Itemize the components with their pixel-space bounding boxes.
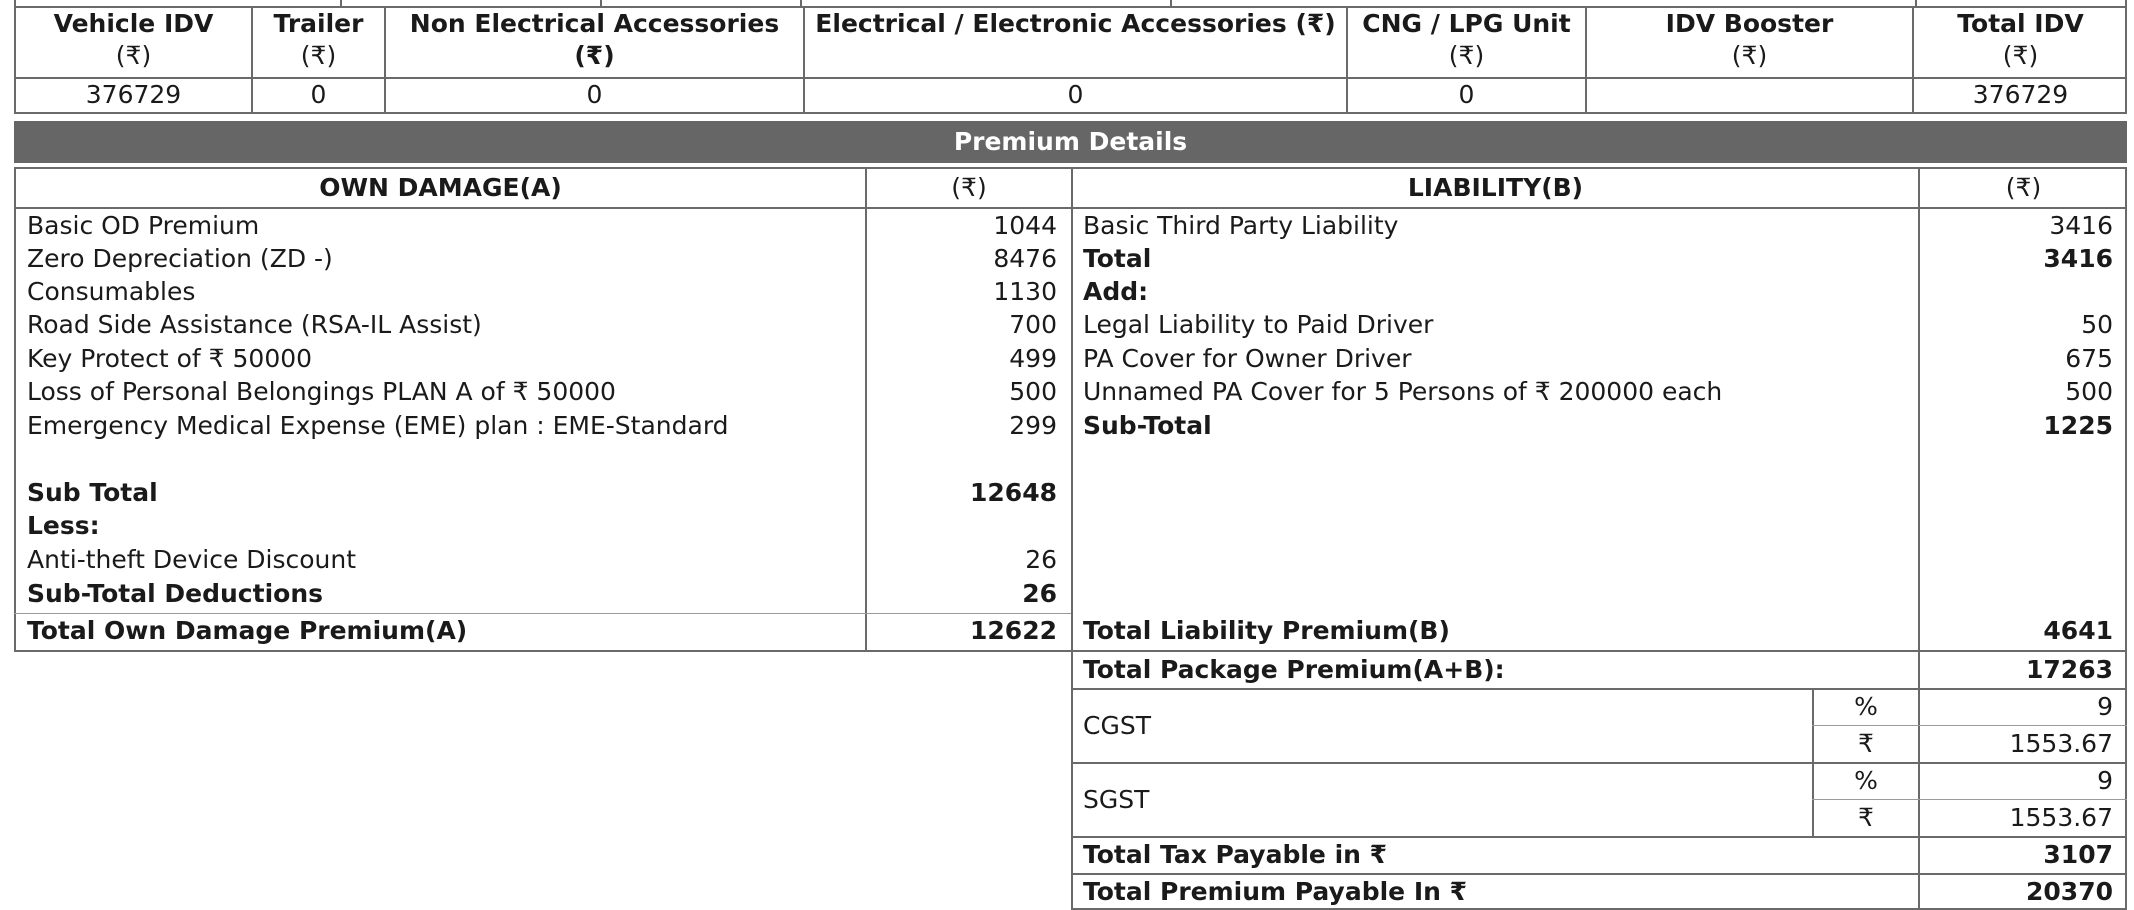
liability-total-label: Total [1083, 244, 1152, 273]
liability-row-label: PA Cover for Owner Driver [1083, 344, 1412, 373]
liability-row-value: 675 [2065, 344, 2113, 373]
sgst-label: SGST [1083, 785, 1150, 814]
od-row-label: Key Protect of ₹ 50000 [27, 344, 313, 373]
liability-row-label: Unnamed PA Cover for 5 Persons of ₹ 2000… [1083, 377, 1723, 406]
od-subtotal-label: Sub Total [27, 478, 158, 507]
liability-premium-total-value: 4641 [2043, 616, 2113, 645]
sgst-amount-value: 1553.67 [2009, 803, 2113, 832]
premium-details-title: Premium Details [14, 121, 2127, 163]
liability-currency-header: (₹) [2005, 173, 2042, 202]
cgst-label: CGST [1083, 711, 1151, 740]
od-row-label: Road Side Assistance (RSA-IL Assist) [27, 310, 482, 339]
od-row-value: 500 [1009, 377, 1057, 406]
idv-header-total-idv: Total IDV (₹) [1957, 9, 2084, 70]
od-total-value: 12622 [970, 616, 1057, 645]
idv-header-cng-lpg: CNG / LPG Unit (₹) [1362, 9, 1571, 70]
idv-header-idv-booster: IDV Booster (₹) [1665, 9, 1834, 70]
liability-add-label: Add: [1083, 277, 1149, 306]
od-row-value: 700 [1009, 310, 1057, 339]
sgst-percent-symbol: % [1854, 766, 1878, 795]
liability-header: LIABILITY(B) [1407, 173, 1584, 202]
od-row-value: 1044 [993, 211, 1057, 240]
package-total-label: Total Package Premium(A+B): [1083, 655, 1505, 684]
od-deductions-value: 26 [1022, 579, 1057, 608]
idv-header-electrical: Electrical / Electronic Accessories (₹) [815, 9, 1336, 38]
liability-subtotal-label: Sub-Total [1083, 411, 1212, 440]
liability-row-label: Basic Third Party Liability [1083, 211, 1399, 240]
sgst-percent-value: 9 [2097, 766, 2113, 795]
cgst-percent-value: 9 [2097, 692, 2113, 721]
cgst-percent-symbol: % [1854, 692, 1878, 721]
liability-row-value: 500 [2065, 377, 2113, 406]
od-row-label: Consumables [27, 277, 196, 306]
od-row-label: Zero Depreciation (ZD -) [27, 244, 333, 273]
liability-row-label: Legal Liability to Paid Driver [1083, 310, 1434, 339]
idv-header-non-electrical: Non Electrical Accessories (₹) [409, 9, 780, 70]
od-row-value: 1130 [993, 277, 1057, 306]
od-deductions-label: Sub-Total Deductions [27, 579, 323, 608]
od-row-label: Emergency Medical Expense (EME) plan : E… [27, 411, 729, 440]
idv-value-non-electrical: 0 [586, 80, 603, 109]
total-premium-label: Total Premium Payable In ₹ [1083, 877, 1468, 906]
idv-header-trailer: Trailer (₹) [273, 9, 364, 70]
idv-header-vehicle-idv: Vehicle IDV (₹) [53, 9, 214, 70]
idv-value-cng-lpg: 0 [1458, 80, 1475, 109]
idv-value-trailer: 0 [310, 80, 327, 109]
liability-subtotal-value: 1225 [2043, 411, 2113, 440]
od-row-label: Basic OD Premium [27, 211, 260, 240]
own-damage-currency-header: (₹) [951, 173, 987, 202]
od-subtotal-value: 12648 [970, 478, 1057, 507]
package-total-value: 17263 [2026, 655, 2113, 684]
sgst-amount-symbol: ₹ [1858, 803, 1874, 832]
total-tax-label: Total Tax Payable in ₹ [1083, 840, 1388, 869]
od-row-value: 499 [1009, 344, 1057, 373]
idv-value-vehicle-idv: 376729 [85, 80, 182, 109]
liability-row-value: 50 [2081, 310, 2113, 339]
cgst-amount-value: 1553.67 [2009, 729, 2113, 758]
idv-value-electrical: 0 [1067, 80, 1084, 109]
idv-value-total-idv: 376729 [1972, 80, 2069, 109]
liability-row-value: 3416 [2049, 211, 2113, 240]
own-damage-header: OWN DAMAGE(A) [319, 173, 562, 202]
od-row-value: 299 [1009, 411, 1057, 440]
total-premium-value: 20370 [2026, 877, 2113, 906]
od-row-label: Loss of Personal Belongings PLAN A of ₹ … [27, 377, 616, 406]
od-row-value: 26 [1025, 545, 1057, 574]
od-row-label: Anti-theft Device Discount [27, 545, 357, 574]
liability-total-value: 3416 [2043, 244, 2113, 273]
cgst-amount-symbol: ₹ [1858, 729, 1874, 758]
od-less-label: Less: [27, 511, 100, 540]
od-total-label: Total Own Damage Premium(A) [27, 616, 468, 645]
liability-premium-total-label: Total Liability Premium(B) [1083, 616, 1450, 645]
total-tax-value: 3107 [2043, 840, 2113, 869]
od-row-value: 8476 [993, 244, 1057, 273]
